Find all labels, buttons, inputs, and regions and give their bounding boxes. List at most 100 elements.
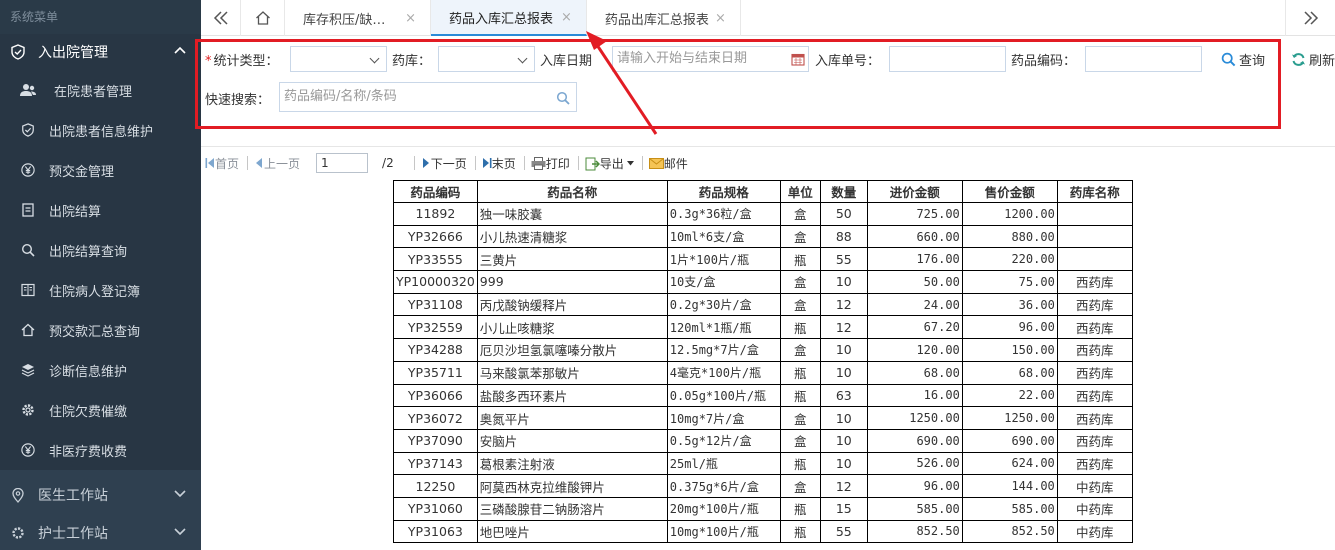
- cell-unit: 瓶: [779, 315, 821, 340]
- table-row[interactable]: YP10000320 999 10支/盒盒 10 50.00 75.00 西药库: [393, 270, 1133, 294]
- table-row[interactable]: YP31060 三磷酸腺苷二钠肠溶片 20mg*100片/瓶瓶 15 585.00 585…: [393, 496, 1133, 521]
- quick-search-input[interactable]: 药品编码/名称/条码: [279, 82, 577, 112]
- scroll-tabs-right-button[interactable]: [1285, 0, 1335, 36]
- table-row[interactable]: YP37143 葛根素注射液 25ml/瓶瓶 10 526.00 624.00 西药库: [393, 451, 1133, 476]
- sidebar-item-deposit[interactable]: 预交金管理: [0, 150, 201, 190]
- cell-unit: 盒: [779, 428, 821, 453]
- quick-search-placeholder: 药品编码/名称/条码: [284, 89, 397, 104]
- cell-drug-code: YP31060: [393, 496, 478, 521]
- cell-spec: 10支/盒: [666, 270, 781, 294]
- sidebar-item-settlement[interactable]: 出院结算: [0, 190, 201, 230]
- cell-drug-name: 丙戊酸钠缓释片: [476, 292, 668, 317]
- export-button[interactable]: 导出: [585, 155, 634, 172]
- table-row[interactable]: YP31063 地巴唑片 10mg*100片/瓶瓶 55 852.50 852.50 中药库: [393, 519, 1133, 544]
- drug-code-input[interactable]: [1085, 46, 1202, 72]
- sidebar-item-discharge-info[interactable]: 出院患者信息维护: [0, 110, 201, 150]
- close-icon[interactable]: ×: [561, 10, 572, 25]
- table-row[interactable]: YP31108 丙戊酸钠缓释片 0.2g*30片/盒盒 12 24.00 36.00 西药库: [393, 292, 1133, 317]
- table-row[interactable]: YP32559 小儿止咳糖浆 120ml*1瓶/瓶瓶 12 67.20 96.00 西药库: [393, 315, 1133, 340]
- print-button[interactable]: 打印: [531, 155, 570, 172]
- col-header-spec: 药品规格: [666, 180, 781, 203]
- sidebar-group-admission[interactable]: 入出院管理: [0, 34, 201, 70]
- date-range-input[interactable]: 请输入开始与结束日期: [612, 46, 809, 72]
- separator: [641, 156, 643, 170]
- cell-unit: 瓶: [779, 451, 821, 476]
- cell-purchase-amount: 67.20: [866, 315, 963, 340]
- tab-bar: 库存积压/缺货... × 药品入库汇总报表 × 药品出库汇总报表 ×: [201, 0, 1335, 36]
- cell-quantity: 10: [819, 360, 868, 385]
- search-icon[interactable]: [556, 91, 570, 105]
- tab-drug-inbound-report[interactable]: 药品入库汇总报表 ×: [431, 0, 587, 36]
- table-row[interactable]: 12250 阿莫西林克拉维酸钾片 0.375g*6片/盒盒 12 96.00 144.00…: [393, 474, 1133, 498]
- sidebar-submenu: 在院患者管理 出院患者信息维护 预交金管理 出院结算 出院结算查询 住院病人登记…: [0, 70, 201, 470]
- refresh-icon: [1292, 53, 1305, 66]
- cell-warehouse: 西药库: [1056, 428, 1133, 453]
- mail-button[interactable]: 邮件: [648, 155, 688, 172]
- table-row[interactable]: YP35711 马来酸氯苯那敏片 4毫克*100片/瓶瓶 10 68.00 68.00 西药…: [393, 360, 1133, 385]
- scroll-tabs-left-button[interactable]: [201, 0, 241, 36]
- date-placeholder: 请输入开始与结束日期: [617, 51, 748, 66]
- sidebar-group-nurse[interactable]: 护士工作站: [0, 514, 201, 550]
- sidebar-item-diagnosis[interactable]: 诊断信息维护: [0, 350, 201, 390]
- sidebar-group-doctor[interactable]: 医生工作站: [0, 476, 201, 514]
- query-button[interactable]: 查询: [1221, 50, 1265, 69]
- page-number-input[interactable]: 1: [316, 153, 369, 173]
- cell-quantity: 88: [819, 224, 868, 249]
- sidebar-item-label: 在院患者管理: [54, 84, 133, 100]
- double-chevron-right-icon: [1303, 11, 1318, 25]
- export-icon: [585, 157, 600, 170]
- export-label: 导出: [599, 156, 624, 171]
- page-total: /2: [382, 156, 394, 170]
- sidebar-item-label: 住院欠费催缴: [49, 404, 128, 420]
- table-row[interactable]: YP33555 三黄片 1片*100片/瓶瓶 55 176.00 220.00: [393, 247, 1133, 272]
- last-page-button[interactable]: 末页: [482, 155, 516, 172]
- table-row[interactable]: YP34288 厄贝沙坦氢氯噻嗪分散片 12.5mg*7片/盒盒 10 120.00 15…: [393, 338, 1133, 362]
- table-row[interactable]: YP36066 盐酸多西环素片 0.05g*100片/瓶瓶 63 16.00 22.00 西…: [393, 383, 1133, 408]
- caret-down-icon: [626, 160, 634, 165]
- prev-page-button[interactable]: 上一页: [254, 155, 300, 172]
- prev-page-label: 上一页: [264, 156, 301, 171]
- col-header-quantity: 数量: [819, 180, 868, 203]
- tab-inventory-stock[interactable]: 库存积压/缺货... ×: [285, 0, 431, 36]
- close-icon[interactable]: ×: [715, 11, 726, 26]
- table-row[interactable]: 11892 独一味胶囊 0.3g*36粒/盒盒 50 725.00 1200.00: [393, 202, 1133, 226]
- close-icon[interactable]: ×: [405, 11, 416, 26]
- cell-spec: 120ml*1瓶/瓶: [666, 315, 781, 340]
- home-tab-button[interactable]: [241, 0, 285, 36]
- table-row[interactable]: YP36072 奥氮平片 10mg*7片/盒盒 10 1250.00 1250.00 西药库: [393, 406, 1133, 430]
- stat-type-select[interactable]: [290, 46, 387, 72]
- table-row[interactable]: YP32666 小儿热速清糖浆 10ml*6支/盒盒 88 660.00 880.00: [393, 224, 1133, 249]
- refresh-button[interactable]: 刷新: [1291, 50, 1335, 69]
- cell-warehouse: 中药库: [1056, 474, 1133, 498]
- sidebar-group-label: 护士工作站: [38, 526, 108, 542]
- first-page-label: 首页: [215, 156, 240, 171]
- cell-unit: 盒: [779, 474, 821, 498]
- cell-spec: 12.5mg*7片/盒: [666, 338, 781, 362]
- cell-drug-code: YP31063: [393, 519, 478, 544]
- sidebar: 系统菜单 入出院管理 在院患者管理 出院患者信息维护 预交金管理 出院结算 出院…: [0, 0, 201, 550]
- sidebar-item-non-medical[interactable]: 非医疗费收费: [0, 430, 201, 470]
- table-row[interactable]: YP37090 安脑片 0.5g*12片/盒盒 10 690.00 690.00 西药库: [393, 428, 1133, 453]
- tab-drug-outbound-report[interactable]: 药品出库汇总报表 ×: [587, 0, 741, 36]
- cell-sale-amount: 68.00: [961, 360, 1058, 385]
- warehouse-select[interactable]: [438, 46, 535, 72]
- sidebar-item-settlement-query[interactable]: 出院结算查询: [0, 230, 201, 270]
- mail-label: 邮件: [663, 156, 688, 171]
- sidebar-item-arrears[interactable]: 住院欠费催缴: [0, 390, 201, 430]
- sidebar-item-inpatient[interactable]: 在院患者管理: [0, 70, 201, 110]
- search-icon: [20, 242, 36, 258]
- cell-warehouse: [1056, 247, 1133, 272]
- first-page-icon: [205, 158, 214, 168]
- sidebar-item-deposit-summary[interactable]: 预交款汇总查询: [0, 310, 201, 350]
- next-page-button[interactable]: 下一页: [421, 155, 467, 172]
- receipt-no-input[interactable]: [889, 46, 1006, 72]
- first-page-button[interactable]: 首页: [205, 155, 239, 172]
- calendar-icon[interactable]: [791, 52, 805, 66]
- sidebar-item-register-book[interactable]: 住院病人登记簿: [0, 270, 201, 310]
- cell-unit: 盒: [779, 224, 821, 249]
- last-page-label: 末页: [491, 156, 516, 171]
- cell-warehouse: 中药库: [1056, 519, 1133, 544]
- home-icon: [255, 11, 270, 25]
- cell-drug-name: 小儿止咳糖浆: [476, 315, 668, 340]
- next-page-label: 下一页: [430, 156, 467, 171]
